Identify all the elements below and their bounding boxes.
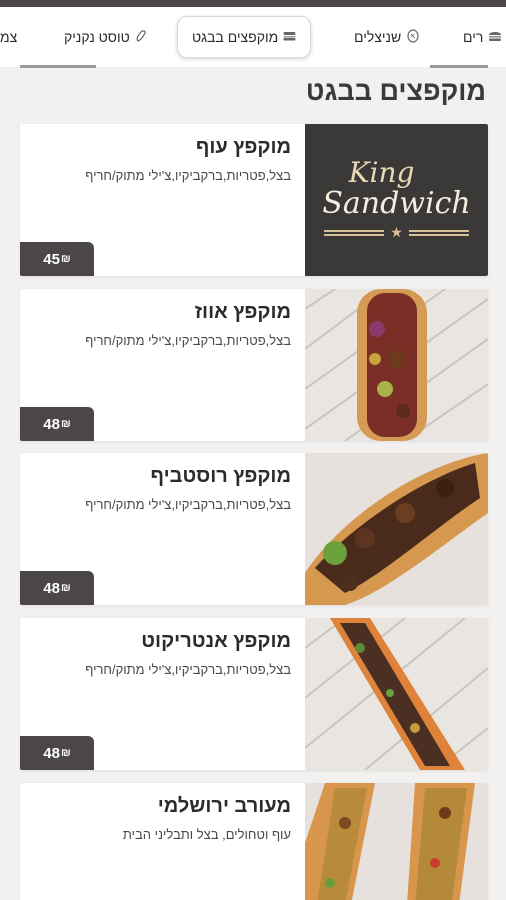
item-name: מוקפץ אנטריקוט: [141, 630, 291, 652]
item-name: מוקפץ רוסטביף: [150, 465, 291, 487]
tab-vegetarian[interactable]: צמ: [0, 16, 17, 58]
price-value: 45: [43, 250, 60, 268]
menu-item-card[interactable]: מוקפץ אנטריקוט בצל,פטריות,ברקביקיו,צ'ילי…: [20, 618, 488, 770]
tab-schnitzels[interactable]: שניצלים: [354, 16, 420, 58]
tab-label: רים: [463, 29, 484, 45]
menu-item-card[interactable]: מוקפץ רוסטביף בצל,פטריות,ברקביקיו,צ'ילי …: [20, 453, 488, 605]
king-sandwich-logo: King Sandwich ★: [305, 124, 488, 276]
tab-label: שניצלים: [354, 29, 402, 45]
currency-icon: ₪: [60, 582, 71, 594]
price-badge: 45 ₪: [20, 242, 94, 276]
tab-label: מוקפצים בבגט: [192, 29, 279, 45]
section-title: מוקפצים בבגט: [305, 76, 486, 106]
menu-item-card[interactable]: מוקפץ אווז בצל,פטריות,ברקביקיו,צ'ילי מתו…: [20, 289, 488, 441]
price-badge: 48 ₪: [20, 736, 94, 770]
price-badge: 48 ₪: [20, 571, 94, 605]
sandwich-icon: [283, 30, 296, 44]
price-badge: 48 ₪: [20, 407, 94, 441]
item-description: בצל,פטריות,ברקביקיו,צ'ילי מתוק/חריף: [85, 333, 291, 348]
item-name: מוקפץ אווז: [194, 301, 291, 323]
item-description: בצל,פטריות,ברקביקיו,צ'ילי מתוק/חריף: [85, 168, 291, 183]
category-tabs: צמ טוסט נקניק מוקפצים בבגט שניצלים רים: [0, 7, 506, 67]
logo-ornament: ★: [324, 224, 469, 241]
top-bar: [0, 0, 506, 7]
price-value: 48: [43, 744, 60, 762]
menu-item-card[interactable]: מעורב ירושלמי עוף וטחולים, בצל ותבליני ה…: [20, 783, 488, 900]
tab-label: טוסט נקניק: [64, 29, 130, 45]
logo-line1: King: [348, 156, 415, 189]
tab-label: צמ: [0, 29, 18, 45]
star-icon: ★: [390, 224, 403, 240]
price-value: 48: [43, 579, 60, 597]
item-description: בצל,פטריות,ברקביקיו,צ'ילי מתוק/חריף: [85, 497, 291, 512]
currency-icon: ₪: [60, 418, 71, 430]
sausage-icon: [135, 29, 147, 46]
entrecote-baguette-photo: [305, 618, 488, 770]
schnitzel-icon: [406, 28, 420, 46]
goose-baguette-photo: [305, 289, 488, 441]
tab-burgers[interactable]: רים: [463, 16, 502, 58]
roastbeef-baguette-photo: [305, 453, 488, 605]
jerusalem-mix-baguette-photo: [305, 783, 488, 900]
item-name: מוקפץ עוף: [195, 136, 291, 158]
logo-line2: Sandwich: [322, 186, 471, 221]
tab-baguette[interactable]: מוקפצים בבגט: [177, 16, 312, 58]
item-description: עוף וטחולים, בצל ותבליני הבית: [122, 827, 291, 842]
tab-sausage-toast[interactable]: טוסט נקניק: [64, 16, 147, 58]
currency-icon: ₪: [60, 253, 71, 265]
menu-item-card[interactable]: King Sandwich ★ מוקפץ עוף בצל,פטריות,ברק…: [20, 124, 488, 276]
scroll-indicator-right: [430, 65, 488, 68]
item-description: בצל,פטריות,ברקביקיו,צ'ילי מתוק/חריף: [85, 662, 291, 677]
currency-icon: ₪: [60, 747, 71, 759]
scroll-indicator: [20, 65, 96, 68]
burger-icon: [488, 29, 502, 45]
price-value: 48: [43, 415, 60, 433]
item-name: מעורב ירושלמי: [157, 795, 291, 817]
